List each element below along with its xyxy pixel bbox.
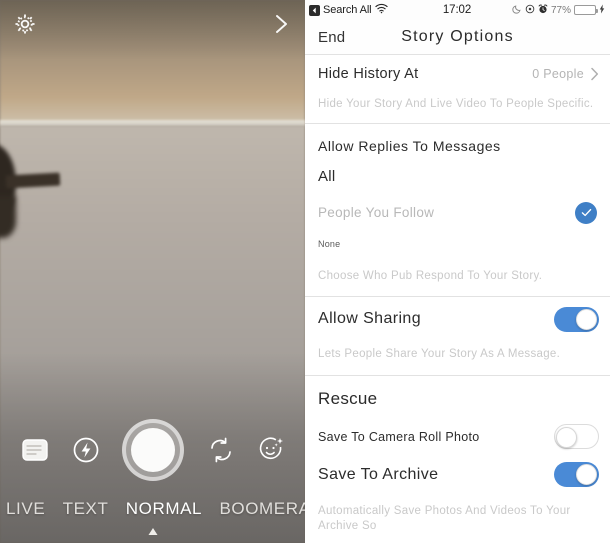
shutter-inner: [130, 428, 175, 472]
flash-icon[interactable]: [72, 436, 100, 464]
allow-sharing-description: Lets People Share Your Story As A Messag…: [318, 348, 561, 361]
check-icon[interactable]: [575, 201, 597, 224]
reply-option-people-you-follow-label: People You Follow: [318, 205, 435, 221]
reply-option-none-label: None: [318, 238, 341, 249]
hide-history-description: Hide Your Story And Live Video To People…: [318, 98, 594, 110]
story-options-panel: Search All 17:02 77% End Story Options H…: [305, 0, 610, 543]
alarm-icon: [538, 4, 548, 17]
camera-mode-text[interactable]: TEXT: [63, 499, 109, 518]
save-to-archive-label: Save To Archive: [318, 465, 439, 483]
moon-icon: [512, 4, 522, 17]
save-to-camera-roll-toggle-knob: [556, 427, 577, 449]
camera-mode-boomerang[interactable]: BOOMERANG: [219, 499, 305, 518]
save-to-archive-row[interactable]: Save To Archive: [305, 454, 610, 495]
status-bar-left: Search All: [309, 3, 443, 17]
battery-icon: [574, 5, 598, 15]
gallery-icon[interactable]: [20, 435, 50, 465]
rescue-heading: Rescue: [305, 376, 610, 419]
camera-flip-icon[interactable]: [206, 436, 236, 464]
chevron-right-icon[interactable]: [590, 67, 599, 81]
status-bar: Search All 17:02 77%: [305, 0, 610, 20]
nav-bar: End Story Options: [305, 20, 610, 54]
save-to-camera-roll-toggle[interactable]: [554, 424, 599, 450]
camera-controls: [0, 414, 305, 486]
hide-history-value-group: 0 People: [532, 67, 599, 81]
gear-icon[interactable]: [12, 11, 38, 37]
allow-sharing-label: Allow Sharing: [318, 310, 422, 328]
rescue-description: Automatically Save Photos And Videos To …: [318, 504, 571, 533]
hide-history-label: Hide History At: [318, 66, 419, 82]
hide-history-row[interactable]: Hide History At 0 People: [305, 55, 610, 85]
caret-up-icon: [147, 525, 159, 537]
camera-top-bar: [0, 0, 305, 48]
camera-mode-live[interactable]: LIVE: [6, 499, 45, 518]
battery-percent-label: 77%: [550, 4, 571, 16]
back-to-app-icon[interactable]: [309, 4, 320, 16]
status-bar-right: 77%: [471, 4, 605, 17]
allow-sharing-toggle-knob: [576, 308, 597, 330]
page-title: Story Options: [401, 28, 514, 45]
reply-option-none[interactable]: None: [305, 232, 610, 256]
save-to-archive-toggle[interactable]: [554, 462, 599, 488]
reply-option-people-you-follow[interactable]: People You Follow: [305, 194, 610, 232]
camera-mode-normal[interactable]: NORMAL: [126, 499, 202, 518]
save-to-archive-toggle-knob: [576, 464, 597, 486]
allow-replies-heading: Allow Replies To Messages: [318, 137, 501, 154]
rescue-heading-label: Rescue: [318, 388, 378, 408]
allow-replies-description: Choose Who Pub Respond To Your Story.: [318, 269, 543, 282]
face-effects-icon[interactable]: [256, 436, 286, 464]
shutter-button[interactable]: [121, 419, 184, 481]
lightning-bolt-icon: [599, 4, 605, 17]
save-to-camera-roll-label: Save To Camera Roll Photo: [318, 429, 480, 444]
camera-forward-chevron-icon[interactable]: [269, 10, 293, 38]
app-screen: LIVE TEXT NORMAL BOOMERANG RITR Search A…: [0, 0, 610, 543]
camera-mode-strip[interactable]: LIVE TEXT NORMAL BOOMERANG RITR: [0, 499, 305, 519]
allow-sharing-toggle[interactable]: [554, 306, 599, 332]
status-bar-app-label[interactable]: Search All: [323, 4, 372, 16]
reply-option-all[interactable]: All: [305, 160, 610, 194]
wifi-icon: [374, 3, 388, 17]
end-button[interactable]: End: [305, 29, 345, 46]
status-bar-time: 17:02: [442, 4, 472, 16]
camera-viewfinder[interactable]: LIVE TEXT NORMAL BOOMERANG RITR: [0, 0, 305, 543]
reply-option-all-label: All: [318, 168, 336, 186]
save-to-camera-roll-row[interactable]: Save To Camera Roll Photo: [305, 418, 610, 455]
hide-history-value: 0 People: [532, 67, 584, 81]
allow-sharing-row[interactable]: Allow Sharing: [305, 297, 610, 342]
location-icon: [525, 4, 535, 17]
